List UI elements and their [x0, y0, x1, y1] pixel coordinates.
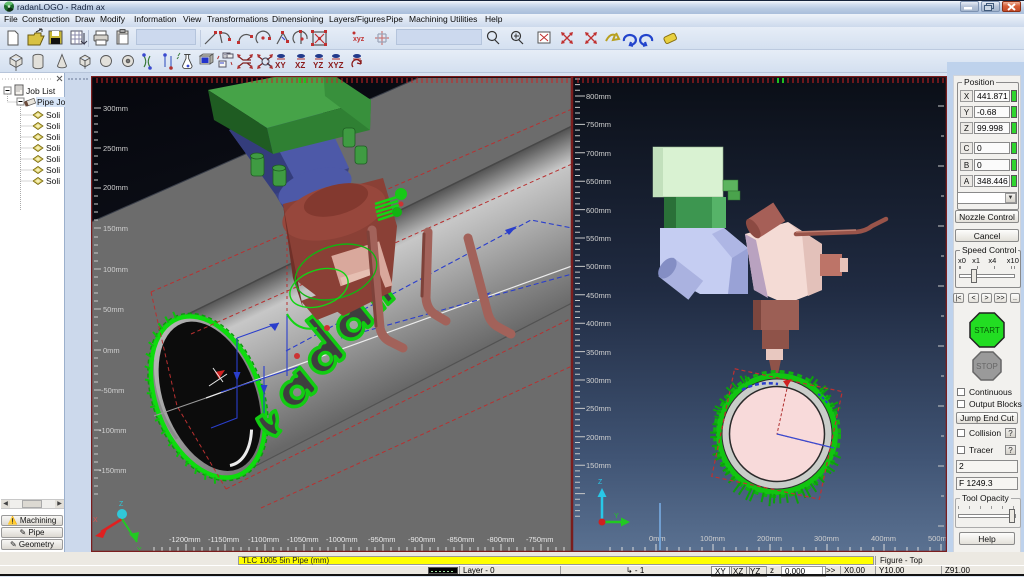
- svg-text:300mm: 300mm: [586, 376, 611, 385]
- svg-text:STOP: STOP: [976, 362, 998, 371]
- svg-text:-50mm: -50mm: [101, 386, 124, 395]
- svg-text:Soli: Soli: [46, 121, 60, 131]
- svg-text:550mm: 550mm: [586, 234, 611, 243]
- svg-text:-1100mm: -1100mm: [248, 535, 279, 544]
- svg-text:Job List: Job List: [26, 86, 56, 96]
- svg-text:700mm: 700mm: [586, 149, 611, 158]
- svg-text:Soli: Soli: [46, 176, 60, 186]
- svg-text:Soli: Soli: [46, 154, 60, 164]
- svg-text:START: START: [974, 326, 1000, 335]
- svg-text:Y: Y: [614, 513, 619, 520]
- svg-text:200mm: 200mm: [757, 534, 782, 543]
- svg-text:300mm: 300mm: [814, 534, 839, 543]
- svg-text:XYZ: XYZ: [328, 61, 344, 70]
- svg-text:0mm: 0mm: [103, 346, 120, 355]
- svg-text:Pipe Jo: Pipe Jo: [37, 97, 65, 107]
- svg-text:300mm: 300mm: [103, 104, 128, 113]
- svg-text:-750mm: -750mm: [526, 535, 554, 544]
- svg-text:Soli: Soli: [46, 110, 60, 120]
- svg-text:Z: Z: [119, 501, 124, 508]
- svg-text:150mm: 150mm: [586, 461, 611, 470]
- svg-text:800mm: 800mm: [586, 92, 611, 101]
- svg-text:0mm: 0mm: [649, 534, 666, 543]
- svg-text:200mm: 200mm: [103, 183, 128, 192]
- svg-text:YZ: YZ: [313, 61, 323, 70]
- svg-text:150mm: 150mm: [103, 224, 128, 233]
- svg-text:-1200mm: -1200mm: [169, 535, 201, 544]
- svg-text:750mm: 750mm: [586, 120, 611, 129]
- svg-text:-900mm: -900mm: [408, 535, 436, 544]
- svg-text:Soli: Soli: [46, 165, 60, 175]
- svg-text:500mm: 500mm: [586, 262, 611, 271]
- svg-text:100mm: 100mm: [700, 534, 725, 543]
- svg-text:-1050mm: -1050mm: [287, 535, 319, 544]
- svg-text:Soli: Soli: [46, 143, 60, 153]
- svg-text:-950mm: -950mm: [368, 535, 396, 544]
- svg-text:-1150mm: -1150mm: [208, 535, 239, 544]
- svg-text:450mm: 450mm: [586, 291, 611, 300]
- svg-text:250mm: 250mm: [586, 404, 611, 413]
- svg-text:350mm: 350mm: [586, 348, 611, 357]
- svg-text:-850mm: -850mm: [447, 535, 475, 544]
- svg-text:650mm: 650mm: [586, 177, 611, 186]
- svg-text:600mm: 600mm: [586, 206, 611, 215]
- svg-text:xyz: xyz: [353, 36, 365, 43]
- svg-text:200mm: 200mm: [586, 433, 611, 442]
- svg-text:XY: XY: [275, 61, 286, 70]
- svg-text:XZ: XZ: [295, 61, 305, 70]
- svg-text:500m: 500m: [928, 534, 947, 543]
- svg-text:-1000mm: -1000mm: [326, 535, 358, 544]
- svg-text:400mm: 400mm: [586, 319, 611, 328]
- svg-text:50mm: 50mm: [103, 305, 124, 314]
- svg-text:-100mm: -100mm: [99, 426, 127, 435]
- svg-text:250mm: 250mm: [103, 144, 128, 153]
- svg-text:Z: Z: [598, 479, 603, 486]
- svg-text:Soli: Soli: [46, 132, 60, 142]
- svg-text:X: X: [93, 517, 98, 524]
- svg-text:-800mm: -800mm: [487, 535, 515, 544]
- svg-text:-150mm: -150mm: [99, 466, 127, 475]
- svg-text:100mm: 100mm: [103, 265, 128, 274]
- svg-text:400mm: 400mm: [871, 534, 896, 543]
